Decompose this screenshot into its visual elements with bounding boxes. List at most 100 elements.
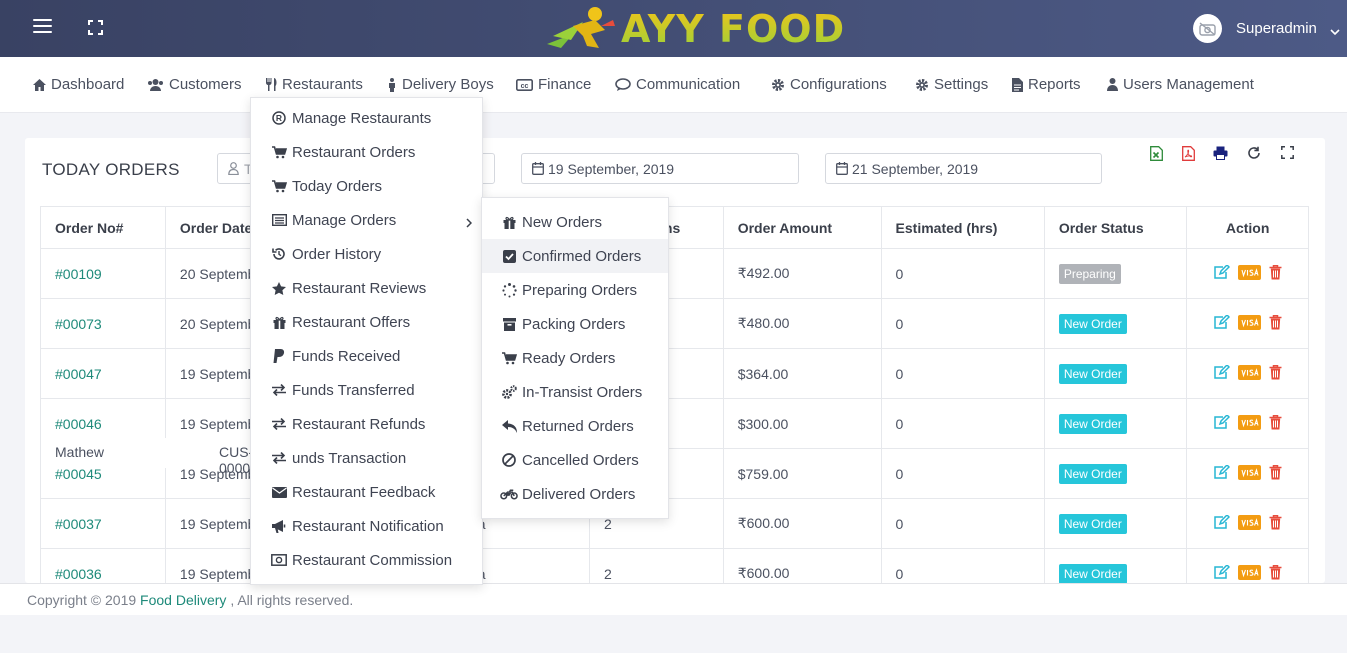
edit-icon[interactable] — [1213, 363, 1231, 383]
svg-text:cc: cc — [521, 83, 529, 90]
order-number-link[interactable]: #00036 — [55, 566, 102, 582]
exchange-icon — [270, 452, 288, 464]
home-icon — [33, 78, 46, 91]
edit-icon[interactable] — [1213, 263, 1231, 283]
menu-item-funds-transferred[interactable]: Funds Transferred — [251, 373, 482, 407]
visa-icon[interactable] — [1238, 564, 1262, 583]
nav-users-management[interactable]: Users Management — [1107, 76, 1254, 93]
table-row[interactable]: #0010920 September3₹492.000Preparing — [40, 248, 1309, 299]
submenu-item-returned-orders[interactable]: Returned Orders — [482, 409, 668, 443]
delete-icon[interactable] — [1269, 414, 1282, 433]
edit-icon[interactable] — [1213, 313, 1231, 333]
delete-icon[interactable] — [1269, 264, 1282, 283]
cart-icon — [500, 351, 518, 365]
chevron-down-icon[interactable] — [1330, 23, 1340, 39]
delete-icon[interactable] — [1269, 514, 1282, 533]
delete-icon[interactable] — [1269, 364, 1282, 383]
chevron-right-icon — [466, 215, 473, 232]
delete-icon[interactable] — [1269, 564, 1282, 583]
nav-finance[interactable]: cc Finance — [516, 76, 591, 93]
table-row[interactable]: #0003619 SeptemberShigana2₹600.000New Or… — [40, 548, 1309, 583]
submenu-item-cancelled-orders[interactable]: Cancelled Orders — [482, 443, 668, 477]
nav-delivery-boys[interactable]: Delivery Boys — [387, 76, 494, 93]
edit-icon[interactable] — [1213, 413, 1231, 433]
app-logo[interactable]: AYY FOOD — [543, 4, 848, 52]
menu-item-order-history[interactable]: Order History — [251, 237, 482, 271]
submenu-item-new-orders[interactable]: New Orders — [482, 205, 668, 239]
refresh-icon[interactable] — [1247, 146, 1261, 163]
date-to-field[interactable]: 21 September, 2019 — [825, 153, 1102, 184]
menu-item-restaurant-orders[interactable]: Restaurant Orders — [251, 135, 482, 169]
delete-icon[interactable] — [1269, 314, 1282, 333]
column-header[interactable]: Order Amount — [722, 206, 882, 249]
table-cell: 0 — [880, 298, 1045, 349]
nav-customers[interactable]: Customers — [147, 76, 242, 93]
visa-icon[interactable] — [1238, 314, 1262, 333]
table-cell: ₹480.00 — [722, 298, 882, 349]
table-cell: #00073 — [40, 298, 166, 349]
table-row[interactable]: #0003719 SeptemberShigana2₹600.000New Or… — [40, 498, 1309, 549]
submenu-item-confirmed-orders[interactable]: Confirmed Orders — [482, 239, 668, 273]
nav-configurations[interactable]: Configurations — [771, 76, 887, 93]
cell-amount: $364.00 — [737, 365, 789, 382]
table-cell — [1186, 248, 1309, 299]
date-from-field[interactable]: 19 September, 2019 — [521, 153, 799, 184]
menu-item-manage-orders[interactable]: Manage Orders — [251, 203, 482, 237]
check-square-icon — [500, 249, 518, 263]
column-header[interactable]: Order Status — [1043, 206, 1188, 249]
logo-text: AYY FOOD — [621, 7, 846, 51]
menu-item-restaurant-notification[interactable]: Restaurant Notification — [251, 509, 482, 543]
nav-communication[interactable]: Communication — [615, 76, 740, 93]
order-number-link[interactable]: #00046 — [55, 416, 102, 432]
menu-item-restaurant-offers[interactable]: Restaurant Offers — [251, 305, 482, 339]
nav-restaurants[interactable]: Restaurants — [265, 76, 363, 93]
order-number-link[interactable]: #00109 — [55, 266, 102, 282]
visa-icon[interactable] — [1238, 414, 1262, 433]
nav-settings[interactable]: Settings — [915, 76, 988, 93]
submenu-item-ready-orders[interactable]: Ready Orders — [482, 341, 668, 375]
table-row[interactable]: #0007320 September2₹480.000New Order — [40, 298, 1309, 349]
order-number-link[interactable]: #00073 — [55, 316, 102, 332]
menu-item-today-orders[interactable]: Today Orders — [251, 169, 482, 203]
edit-icon[interactable] — [1213, 463, 1231, 483]
column-header[interactable]: Estimated (hrs) — [880, 206, 1045, 249]
table-cell — [1186, 448, 1309, 499]
order-number-link[interactable]: #00047 — [55, 366, 102, 382]
submenu-item-preparing-orders[interactable]: Preparing Orders — [482, 273, 668, 307]
delete-icon[interactable] — [1269, 464, 1282, 483]
menu-item-restaurant-commission[interactable]: Restaurant Commission — [251, 543, 482, 577]
excel-export-icon[interactable] — [1150, 146, 1163, 164]
submenu-item-in-transist-orders[interactable]: In-Transist Orders — [482, 375, 668, 409]
spinner-icon — [500, 282, 518, 298]
visa-icon[interactable] — [1238, 264, 1262, 283]
menu-item-restaurant-reviews[interactable]: Restaurant Reviews — [251, 271, 482, 305]
table-cell: ₹492.00 — [722, 248, 882, 299]
visa-icon[interactable] — [1238, 514, 1262, 533]
fullscreen-icon[interactable] — [88, 20, 103, 35]
menu-item-manage-restaurants[interactable]: R Manage Restaurants — [251, 101, 482, 135]
nav-label: Finance — [538, 76, 592, 93]
edit-icon[interactable] — [1213, 563, 1231, 583]
visa-icon[interactable] — [1238, 364, 1262, 383]
menu-item-unds-transaction[interactable]: unds Transaction — [251, 441, 482, 475]
user-name[interactable]: Superadmin — [1236, 20, 1317, 37]
menu-item-funds-received[interactable]: Funds Received — [251, 339, 482, 373]
pdf-export-icon[interactable] — [1182, 146, 1195, 164]
menu-toggle-icon[interactable] — [33, 19, 52, 35]
nav-reports[interactable]: Reports — [1012, 76, 1081, 93]
submenu-item-delivered-orders[interactable]: Delivered Orders — [482, 477, 668, 511]
cell-amount: ₹600.00 — [737, 515, 790, 531]
expand-icon[interactable] — [1281, 146, 1294, 162]
visa-icon[interactable] — [1238, 464, 1262, 483]
footer-brand-link[interactable]: Food Delivery — [140, 592, 226, 608]
submenu-item-packing-orders[interactable]: Packing Orders — [482, 307, 668, 341]
print-icon[interactable] — [1213, 146, 1228, 163]
nav-dashboard[interactable]: Dashboard — [33, 76, 124, 93]
menu-item-restaurant-feedback[interactable]: Restaurant Feedback — [251, 475, 482, 509]
column-header[interactable]: Order No# — [40, 206, 166, 249]
table-row[interactable]: #0004719 September1$364.000New Order — [40, 348, 1309, 399]
menu-item-restaurant-refunds[interactable]: Restaurant Refunds — [251, 407, 482, 441]
avatar[interactable] — [1193, 14, 1222, 43]
edit-icon[interactable] — [1213, 513, 1231, 533]
order-number-link[interactable]: #00037 — [55, 516, 102, 532]
